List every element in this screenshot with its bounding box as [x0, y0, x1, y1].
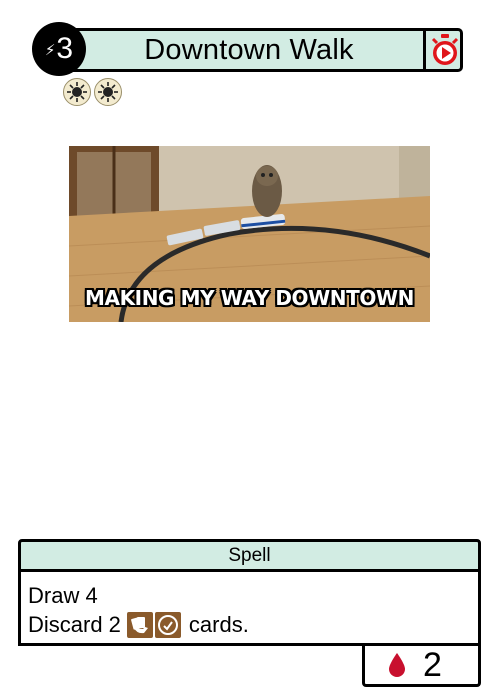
cost-value: 3: [56, 32, 74, 65]
cards-hand-icon: [126, 611, 153, 638]
card-type: Spell: [18, 539, 481, 572]
footer-value: 2: [423, 646, 442, 684]
rules-text: cards.: [188, 612, 249, 637]
lightning-bolt-icon: ⚡: [44, 42, 56, 59]
hand-circle-icon: [154, 611, 181, 638]
blood-drop-icon: [389, 653, 405, 677]
rules-text: Discard 2: [28, 612, 121, 637]
card-title: Downtown Walk: [144, 34, 354, 66]
art-caption: MAKING MY WAY DOWNTOWN: [84, 286, 414, 310]
rules-text-box: Draw 4 Discard 2 cards.: [18, 570, 481, 646]
sun-icon: [63, 78, 91, 106]
sun-icon: [94, 78, 122, 106]
rules-line-discard: Discard 2 cards.: [28, 610, 478, 639]
rules-text: Draw 4: [28, 583, 98, 608]
footer-stat: 2: [362, 644, 481, 687]
rules-line-draw: Draw 4: [28, 581, 478, 610]
cost-badge: ⚡ 3: [32, 22, 86, 76]
stopwatch-play-icon: [431, 34, 458, 65]
timer-slot: [423, 28, 463, 72]
